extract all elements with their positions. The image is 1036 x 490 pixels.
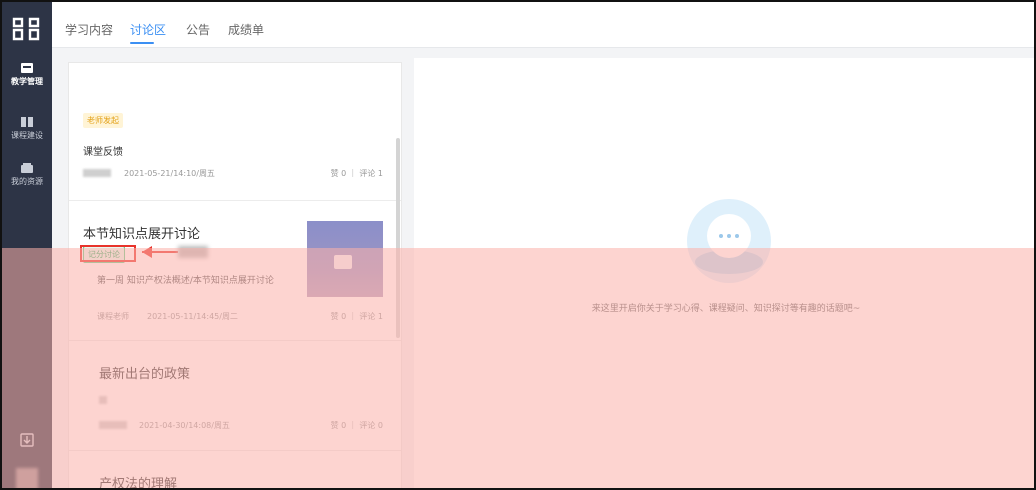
avatar[interactable] (16, 468, 38, 488)
list-item[interactable]: 产权法的理解 (69, 451, 401, 490)
topic-author: 课程老师 (97, 312, 129, 321)
topic-list: 老师发起 课堂反馈 2021-05-21/14:10/周五 赞 0 ｜ 评论 1… (68, 62, 402, 490)
sidebar-item-label: 我的资源 (11, 177, 43, 186)
author-blurred (99, 421, 127, 429)
topic-time: 2021-05-21/14:10/周五 (124, 169, 215, 178)
author-blurred (83, 169, 111, 177)
tab-announcement[interactable]: 公告 (186, 21, 210, 38)
app-window: 教学管理 课程建设 我的资源 学习内容 讨论区 公告 成绩单 老师发起 课堂反馈… (0, 0, 1036, 490)
sidebar-item-teaching[interactable]: 教学管理 (2, 62, 52, 87)
author-blurred (99, 396, 107, 404)
tab-learning[interactable]: 学习内容 (65, 21, 113, 38)
topic-time: 2021-05-11/14:45/周二 (147, 312, 238, 321)
list-item[interactable]: 老师发起 课堂反馈 2021-05-21/14:10/周五 赞 0 ｜ 评论 1 (69, 63, 401, 201)
tab-discussion[interactable]: 讨论区 (130, 21, 166, 38)
list-scrollbar[interactable] (396, 138, 400, 338)
sidebar-item-resources[interactable]: 我的资源 (2, 162, 52, 187)
list-item[interactable]: 最新出台的政策 2021-04-30/14:08/周五 赞 0 ｜ 评论 0 (69, 341, 401, 451)
active-tab-indicator (130, 42, 154, 44)
topic-path: 第一周 知识产权法概述/本节知识点展开讨论 (97, 276, 274, 286)
sidebar-item-label: 课程建设 (11, 131, 43, 140)
left-sidebar: 教学管理 课程建设 我的资源 (2, 2, 52, 488)
blurred-name (178, 246, 208, 258)
top-tab-bar: 学习内容 讨论区 公告 成绩单 (52, 2, 1034, 48)
topic-title: 本节知识点展开讨论 (83, 227, 201, 242)
calendar-icon (21, 63, 33, 73)
chat-icon (334, 255, 352, 269)
topic-thumbnail (307, 221, 383, 297)
chat-bubble-illustration-icon (687, 199, 771, 283)
topic-stats: 赞 0 ｜ 评论 1 (330, 169, 383, 178)
book-icon (21, 117, 33, 127)
topic-title: 最新出台的政策 (99, 367, 191, 382)
box-icon (21, 163, 33, 173)
teacher-tag-badge: 老师发起 (83, 113, 123, 128)
topic-stats: 赞 0 ｜ 评论 1 (330, 312, 383, 321)
app-logo-icon (12, 17, 40, 41)
annotation-highlight-box (80, 245, 136, 262)
empty-state-hint: 来这里开启你关于学习心得、课程疑问、知识探讨等有趣的话题吧~ (591, 304, 861, 314)
sidebar-item-label: 教学管理 (11, 77, 43, 86)
sidebar-item-course[interactable]: 课程建设 (2, 116, 52, 141)
topic-title: 课堂反馈 (83, 147, 123, 158)
topic-stats: 赞 0 ｜ 评论 0 (330, 421, 383, 430)
download-icon[interactable] (19, 432, 35, 448)
discussion-detail-pane: 来这里开启你关于学习心得、课程疑问、知识探讨等有趣的话题吧~ (414, 58, 1034, 488)
list-item[interactable]: 本节知识点展开讨论 记分讨论 第一周 知识产权法概述/本节知识点展开讨论 课程老… (69, 201, 401, 341)
tab-grades[interactable]: 成绩单 (228, 21, 264, 38)
topic-time: 2021-04-30/14:08/周五 (139, 421, 230, 430)
topic-title: 产权法的理解 (99, 477, 178, 490)
